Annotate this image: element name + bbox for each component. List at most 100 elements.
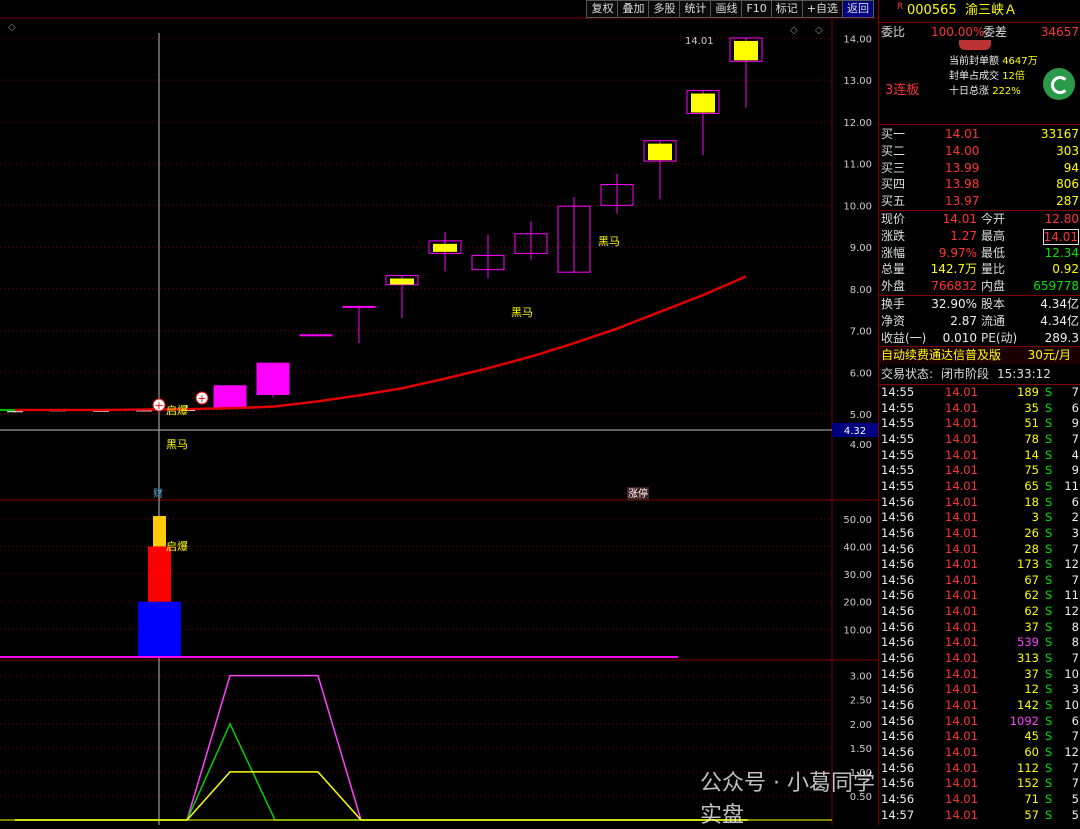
trade-price: 14.01 — [945, 635, 978, 650]
trade-time: 14:56 — [881, 510, 915, 525]
trade-row: 14:56 14.01 45 S 7 — [879, 729, 1080, 745]
stat-label: 外盘 — [881, 279, 906, 294]
trade-row: 14:56 14.01 62 S 11 — [879, 588, 1080, 604]
trade-volume: 14 — [1024, 447, 1039, 462]
stat-value-2: 0.92 — [1052, 262, 1079, 277]
toolbar-button[interactable]: 返回 — [842, 0, 874, 18]
stat-label-2: 量比 — [981, 262, 1006, 277]
price-tick: 14.00 — [843, 34, 872, 45]
price-tick: 5.00 — [850, 410, 872, 421]
toolbar-button[interactable]: 复权 — [586, 0, 619, 18]
trade-count: 2 — [1071, 510, 1079, 525]
stat-row: 现价 14.01 今开 12.80 — [879, 211, 1080, 228]
trade-side: S — [1045, 385, 1053, 399]
refresh-icon[interactable] — [1043, 68, 1075, 100]
trade-time: 14:56 — [881, 572, 915, 587]
plus-glyph: + — [154, 399, 163, 412]
plus-glyph: + — [197, 392, 206, 405]
trade-volume: 67 — [1024, 572, 1039, 587]
volume-bar — [148, 546, 171, 602]
stat-label-2: PE(动) — [981, 330, 1018, 345]
volume-tick: 10.00 — [843, 625, 872, 636]
bid-row: 买二 14.00 303 — [879, 143, 1080, 160]
limit-up-marker — [734, 40, 758, 61]
toolbar-button[interactable]: F10 — [741, 0, 772, 18]
trade-time: 14:55 — [881, 447, 915, 462]
trade-count: 3 — [1071, 525, 1079, 540]
stat-value: 766832 — [931, 279, 977, 294]
trade-row: 14:56 14.01 71 S 5 — [879, 792, 1080, 808]
trade-volume: 45 — [1024, 729, 1039, 744]
trade-count: 6 — [1071, 400, 1079, 415]
trade-side: S — [1045, 791, 1053, 806]
bid-volume: 806 — [1056, 177, 1079, 192]
candle-body — [7, 411, 23, 413]
trade-time: 14:55 — [881, 385, 915, 399]
stock-header: R 000565 渝三峡Ａ — [879, 2, 1080, 19]
trade-row: 14:56 14.01 28 S 7 — [879, 542, 1080, 558]
trade-volume: 28 — [1024, 541, 1039, 556]
trade-volume: 62 — [1024, 588, 1039, 603]
toolbar-button[interactable]: +自选 — [801, 0, 843, 18]
trade-row: 14:56 14.01 152 S 7 — [879, 776, 1080, 792]
trade-time: 14:56 — [881, 729, 915, 744]
trade-side: S — [1045, 416, 1053, 431]
bid-row: 买一 14.01 33167 — [879, 126, 1080, 143]
stat-value-2: 12.80 — [1044, 212, 1079, 226]
trade-row: 14:56 14.01 142 S 10 — [879, 698, 1080, 714]
quote-panel: R 000565 渝三峡Ａ 委比 100.00% 委差 34657 当前封单额 … — [878, 0, 1080, 825]
diamond-icon: ◇ — [815, 25, 823, 36]
trade-volume: 71 — [1024, 791, 1039, 806]
ad-text: 自动续费通达信普及版 — [881, 348, 1002, 362]
volume-bar — [153, 516, 166, 547]
trade-side: S — [1045, 744, 1053, 759]
cai-label: 财 — [153, 487, 163, 500]
trade-side: S — [1045, 557, 1053, 572]
heima-label: 黑马 — [511, 306, 533, 319]
toolbar-button[interactable]: 叠加 — [617, 0, 650, 18]
kline-chart[interactable]: 14.00 13.00 12.00 11.00 10.00 9.00 8.00 7.00 6.0… — [0, 0, 878, 825]
osc-tick: 3.00 — [850, 672, 872, 683]
trade-count: 4 — [1071, 447, 1079, 462]
heima-label: 黑马 — [598, 235, 620, 248]
bid-volume: 33167 — [1040, 127, 1079, 141]
trade-count: 12 — [1064, 557, 1079, 572]
trade-price: 14.01 — [945, 385, 978, 399]
trade-count: 7 — [1071, 385, 1079, 399]
chart-area[interactable]: 14.00 13.00 12.00 11.00 10.00 9.00 8.00 7.00 6.0… — [0, 0, 878, 828]
trade-row: 14:56 14.01 60 S 12 — [879, 745, 1080, 761]
stat-value-2: 14.01 — [1042, 228, 1079, 245]
ad-price: 30元/月 — [1027, 348, 1071, 362]
trade-price: 14.01 — [945, 431, 978, 446]
trade-price: 14.01 — [945, 557, 978, 572]
trade-row: 14:55 14.01 14 S 4 — [879, 448, 1080, 464]
trade-side: S — [1045, 572, 1053, 587]
bid-label: 买五 — [881, 194, 906, 209]
trade-count: 10 — [1064, 666, 1079, 681]
stat-value: 1.27 — [950, 228, 977, 243]
trade-volume: 37 — [1024, 619, 1039, 634]
price-tick: 10.00 — [843, 201, 872, 212]
trade-row: 14:56 14.01 112 S 7 — [879, 761, 1080, 777]
trade-side: S — [1045, 604, 1053, 619]
trade-count: 10 — [1064, 698, 1079, 712]
stat-row: 总量 142.7万 量比 0.92 — [879, 261, 1080, 278]
trade-volume: 60 — [1024, 744, 1039, 759]
toolbar-button[interactable]: 标记 — [770, 0, 803, 18]
toolbar-button[interactable]: 画线 — [710, 0, 743, 18]
stat-value-2: 4.34亿 — [1040, 297, 1079, 311]
trade-time: 14:56 — [881, 776, 915, 791]
stat-label: 现价 — [881, 212, 906, 226]
trade-row: 14:55 14.01 75 S 9 — [879, 463, 1080, 479]
trade-count: 8 — [1071, 635, 1079, 650]
trade-time: 14:55 — [881, 431, 915, 446]
toolbar-button[interactable]: 统计 — [679, 0, 712, 18]
subscription-ad[interactable]: 自动续费通达信普及版 30元/月 — [879, 347, 1080, 364]
trade-side: S — [1045, 588, 1053, 603]
price-tick: 13.00 — [843, 76, 872, 87]
limit-up-marker — [433, 243, 457, 252]
price-tick: 7.00 — [850, 327, 872, 338]
stat-value: 0.010 — [942, 330, 977, 345]
toolbar-button[interactable]: 多股 — [648, 0, 681, 18]
status-label: 交易状态: — [881, 367, 934, 381]
